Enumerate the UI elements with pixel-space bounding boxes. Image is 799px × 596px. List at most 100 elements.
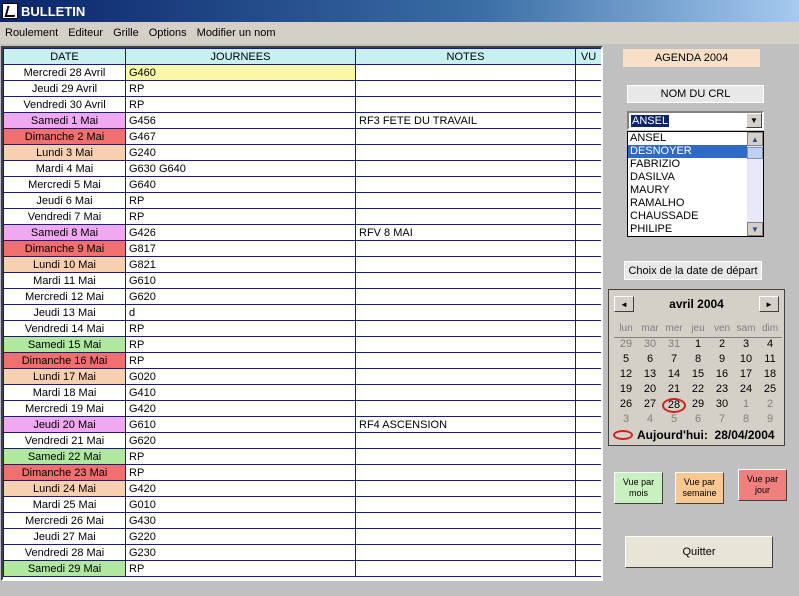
quitter-button[interactable]: Quitter xyxy=(625,536,773,568)
journee-cell[interactable]: RP xyxy=(125,560,356,577)
calendar-day[interactable]: 25 xyxy=(758,383,782,398)
dropdown-scrollbar[interactable]: ▲ ▼ xyxy=(747,132,763,236)
journee-cell[interactable]: RP xyxy=(125,208,356,225)
notes-cell[interactable] xyxy=(355,528,576,545)
vue-par-mois-button[interactable]: Vue par mois xyxy=(614,472,663,504)
today-indicator[interactable]: Aujourd'hui: 28/04/2004 xyxy=(613,428,775,442)
calendar-day[interactable]: 5 xyxy=(614,353,638,368)
table-row[interactable]: Mardi 4 Mai G630 G640 xyxy=(3,160,601,177)
vu-cell[interactable] xyxy=(575,224,601,241)
notes-cell[interactable] xyxy=(355,400,576,417)
vu-cell[interactable] xyxy=(575,464,601,481)
date-cell[interactable]: Mardi 25 Mai xyxy=(3,496,126,513)
date-cell[interactable]: Mercredi 26 Mai xyxy=(3,512,126,529)
calendar-day[interactable]: 4 xyxy=(758,338,782,353)
calendar-day[interactable]: 7 xyxy=(710,413,734,428)
calendar-day[interactable]: 16 xyxy=(710,368,734,383)
calendar-day[interactable]: 11 xyxy=(758,353,782,368)
date-cell[interactable]: Vendredi 30 Avril xyxy=(3,96,126,113)
date-cell[interactable]: Mardi 4 Mai xyxy=(3,160,126,177)
table-row[interactable]: Dimanche 23 Mai RP xyxy=(3,464,601,481)
vu-cell[interactable] xyxy=(575,128,601,145)
table-row[interactable]: Lundi 10 Mai G821 xyxy=(3,256,601,273)
chevron-down-icon[interactable]: ▼ xyxy=(746,113,762,128)
calendar-day[interactable]: 8 xyxy=(734,413,758,428)
menu-options[interactable]: Options xyxy=(144,27,192,39)
table-row[interactable]: Vendredi 21 Mai G620 xyxy=(3,432,601,449)
table-row[interactable]: Mercredi 19 Mai G420 xyxy=(3,400,601,417)
notes-cell[interactable] xyxy=(355,512,576,529)
table-row[interactable]: Mercredi 5 Mai G640 xyxy=(3,176,601,193)
date-cell[interactable]: Mardi 11 Mai xyxy=(3,272,126,289)
journee-cell[interactable]: RP xyxy=(125,336,356,353)
table-row[interactable]: Dimanche 9 Mai G817 xyxy=(3,240,601,257)
date-cell[interactable]: Dimanche 16 Mai xyxy=(3,352,126,369)
dropdown-option[interactable]: MAURY xyxy=(628,184,747,197)
calendar-day[interactable]: 10 xyxy=(734,353,758,368)
calendar-day[interactable]: 1 xyxy=(686,338,710,353)
calendar-day[interactable]: 20 xyxy=(638,383,662,398)
calendar-day[interactable]: 22 xyxy=(686,383,710,398)
date-cell[interactable]: Jeudi 13 Mai xyxy=(3,304,126,321)
calendar-day[interactable]: 17 xyxy=(734,368,758,383)
notes-cell[interactable] xyxy=(355,304,576,321)
vu-cell[interactable] xyxy=(575,144,601,161)
table-row[interactable]: Vendredi 30 Avril RP xyxy=(3,96,601,113)
calendar-day[interactable]: 14 xyxy=(662,368,686,383)
date-cell[interactable]: Dimanche 23 Mai xyxy=(3,464,126,481)
notes-cell[interactable] xyxy=(355,144,576,161)
notes-cell[interactable] xyxy=(355,96,576,113)
table-row[interactable]: Lundi 3 Mai G240 xyxy=(3,144,601,161)
table-row[interactable]: Mardi 11 Mai G610 xyxy=(3,272,601,289)
vu-cell[interactable] xyxy=(575,64,601,81)
schedule-grid[interactable]: DATE JOURNEES NOTES VU Mercredi 28 Avril… xyxy=(1,46,603,581)
vu-cell[interactable] xyxy=(575,368,601,385)
date-cell[interactable]: Vendredi 7 Mai xyxy=(3,208,126,225)
notes-cell[interactable]: RFV 8 MAI xyxy=(355,224,576,241)
date-cell[interactable]: Mercredi 19 Mai xyxy=(3,400,126,417)
date-cell[interactable]: Mercredi 12 Mai xyxy=(3,288,126,305)
notes-cell[interactable] xyxy=(355,240,576,257)
vu-cell[interactable] xyxy=(575,480,601,497)
table-row[interactable]: Jeudi 6 Mai RP xyxy=(3,192,601,209)
journee-cell[interactable]: G420 xyxy=(125,480,356,497)
calendar-day[interactable]: 30 xyxy=(710,398,734,413)
vu-cell[interactable] xyxy=(575,352,601,369)
scroll-down-icon[interactable]: ▼ xyxy=(747,222,763,236)
journee-cell[interactable]: G610 xyxy=(125,416,356,433)
notes-cell[interactable] xyxy=(355,480,576,497)
next-month-icon[interactable]: ► xyxy=(759,296,779,312)
journee-cell[interactable]: RP xyxy=(125,320,356,337)
vu-cell[interactable] xyxy=(575,96,601,113)
vu-cell[interactable] xyxy=(575,240,601,257)
table-row[interactable]: Samedi 1 Mai G456 RF3 FETE DU TRAVAIL xyxy=(3,112,601,129)
date-cell[interactable]: Lundi 3 Mai xyxy=(3,144,126,161)
journee-cell[interactable]: G410 xyxy=(125,384,356,401)
prev-month-icon[interactable]: ◄ xyxy=(614,296,634,312)
calendar-day[interactable]: 5 xyxy=(662,413,686,428)
notes-cell[interactable] xyxy=(355,64,576,81)
calendar-day[interactable]: 29 xyxy=(614,338,638,353)
notes-cell[interactable] xyxy=(355,320,576,337)
dropdown-option[interactable]: RAMALHO xyxy=(628,197,747,210)
calendar-day[interactable]: 31 xyxy=(662,338,686,353)
journee-cell[interactable]: G817 xyxy=(125,240,356,257)
date-cell[interactable]: Mardi 18 Mai xyxy=(3,384,126,401)
vue-par-semaine-button[interactable]: Vue par semaine xyxy=(675,472,724,504)
vu-cell[interactable] xyxy=(575,288,601,305)
calendar-day[interactable]: 1 xyxy=(734,398,758,413)
vu-cell[interactable] xyxy=(575,192,601,209)
table-row[interactable]: Samedi 8 Mai G426 RFV 8 MAI xyxy=(3,224,601,241)
notes-cell[interactable] xyxy=(355,336,576,353)
notes-cell[interactable] xyxy=(355,464,576,481)
calendar-day[interactable]: 21 xyxy=(662,383,686,398)
notes-cell[interactable] xyxy=(355,544,576,561)
calendar-day[interactable]: 29 xyxy=(686,398,710,413)
calendar-day[interactable]: 12 xyxy=(614,368,638,383)
date-cell[interactable]: Dimanche 2 Mai xyxy=(3,128,126,145)
date-cell[interactable]: Lundi 17 Mai xyxy=(3,368,126,385)
journee-cell[interactable]: G240 xyxy=(125,144,356,161)
journee-cell[interactable]: RP xyxy=(125,96,356,113)
calendar-day[interactable]: 28 xyxy=(662,398,686,413)
calendar-day[interactable]: 3 xyxy=(734,338,758,353)
